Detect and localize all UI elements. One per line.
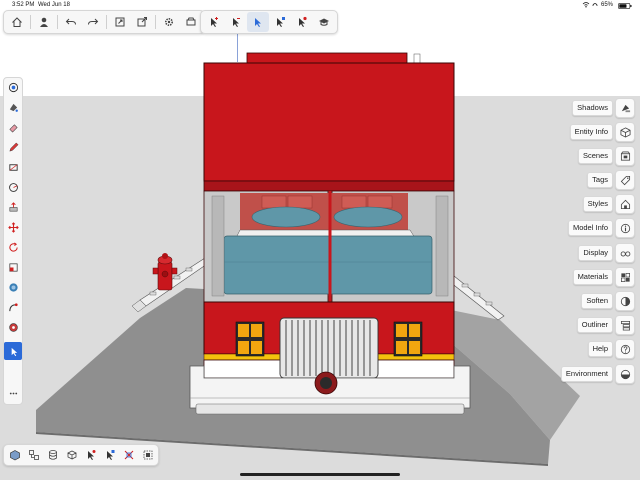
toolbar-divider — [30, 15, 31, 29]
soften-icon[interactable] — [615, 291, 635, 311]
group-icon[interactable] — [62, 445, 81, 465]
graduation-cap-icon[interactable] — [313, 12, 335, 32]
panel-label-entity-info[interactable]: Entity Info — [569, 124, 613, 140]
headphones-icon — [592, 2, 598, 10]
select-arrow-icon[interactable] — [4, 342, 22, 360]
section-icon[interactable] — [138, 445, 157, 465]
paint-icon[interactable] — [6, 100, 20, 114]
tape-measure-icon[interactable] — [6, 320, 20, 334]
mattress — [223, 235, 433, 295]
pillow-left — [251, 206, 321, 228]
pillow-right — [333, 206, 403, 228]
help-icon[interactable] — [615, 339, 635, 359]
x-axes-icon[interactable] — [119, 445, 138, 465]
panel-label-outliner[interactable]: Outliner — [576, 317, 613, 333]
select-minus-icon[interactable] — [225, 12, 247, 32]
component-icon[interactable] — [5, 445, 24, 465]
rotate-icon[interactable] — [6, 240, 20, 254]
status-time: 3:52 PM — [12, 2, 35, 8]
database-icon[interactable] — [43, 445, 62, 465]
move-icon[interactable] — [6, 220, 20, 234]
circle-icon[interactable] — [6, 180, 20, 194]
scale-icon[interactable] — [6, 260, 20, 274]
eraser-icon[interactable] — [6, 120, 20, 134]
push-pull-icon[interactable] — [6, 200, 20, 214]
panel-label-materials[interactable]: Materials — [572, 269, 613, 285]
select-minus-icon[interactable] — [100, 445, 119, 465]
headlights-right — [393, 321, 423, 357]
fire-truck-model[interactable] — [0, 0, 640, 480]
panel-label-scenes[interactable]: Scenes — [577, 148, 613, 164]
settings-icon[interactable] — [158, 12, 180, 32]
pencil-icon[interactable] — [6, 140, 20, 154]
front-emblem — [314, 371, 338, 395]
select-plus-icon[interactable] — [81, 445, 100, 465]
status-date: Wed Jun 18 — [38, 2, 70, 8]
wifi-icon — [582, 2, 590, 10]
export-icon[interactable] — [109, 12, 131, 32]
scenes-icon[interactable] — [615, 146, 635, 166]
panel-label-tags[interactable]: Tags — [587, 172, 613, 188]
toolbar-divider — [106, 15, 107, 29]
bottom-toolbar — [3, 444, 159, 466]
info-icon[interactable] — [615, 218, 635, 238]
panel-label-help[interactable]: Help — [587, 341, 613, 357]
radiator-grille — [279, 317, 379, 379]
select-x-icon[interactable] — [291, 12, 313, 32]
toolbar-divider — [155, 15, 156, 29]
panel-label-model-info[interactable]: Model Info — [567, 220, 613, 236]
rectangle-icon[interactable] — [6, 160, 20, 174]
undo-icon[interactable] — [60, 12, 82, 32]
select-toggle-icon[interactable] — [269, 12, 291, 32]
outliner-icon[interactable] — [615, 315, 635, 335]
environment-icon[interactable] — [615, 364, 635, 384]
more-icon[interactable] — [6, 386, 20, 400]
panel-label-environment[interactable]: Environment — [560, 366, 613, 382]
panel-label-soften[interactable]: Soften — [581, 293, 613, 309]
redo-icon[interactable] — [82, 12, 104, 32]
orbit-icon[interactable] — [6, 80, 20, 94]
select-plus-icon[interactable] — [203, 12, 225, 32]
house-icon[interactable] — [615, 194, 635, 214]
battery-icon — [618, 3, 632, 11]
left-toolbar — [3, 77, 23, 405]
tag-icon[interactable] — [615, 170, 635, 190]
shadows-icon[interactable] — [615, 98, 635, 118]
materials-icon[interactable] — [615, 267, 635, 287]
layers-icon[interactable] — [24, 445, 43, 465]
share-icon[interactable] — [131, 12, 153, 32]
top-toolbar-main — [3, 10, 205, 34]
user-icon[interactable] — [33, 12, 55, 32]
home-indicator[interactable] — [240, 473, 400, 476]
cube-icon[interactable] — [615, 122, 635, 142]
glasses-icon[interactable] — [615, 243, 635, 263]
home-icon[interactable] — [6, 12, 28, 32]
top-toolbar-selection — [200, 10, 338, 34]
truck-upper-body — [203, 62, 455, 182]
panel-label-styles[interactable]: Styles — [582, 196, 613, 212]
panel-label-display[interactable]: Display — [578, 245, 613, 261]
display-icon[interactable] — [180, 12, 202, 32]
toolbar-divider — [57, 15, 58, 29]
follow-me-icon[interactable] — [6, 300, 20, 314]
panel-label-shadows[interactable]: Shadows — [572, 100, 613, 116]
offset-icon[interactable] — [6, 280, 20, 294]
select-icon[interactable] — [247, 12, 269, 32]
status-battery: 65% — [601, 2, 614, 8]
headlights-left — [235, 321, 265, 357]
